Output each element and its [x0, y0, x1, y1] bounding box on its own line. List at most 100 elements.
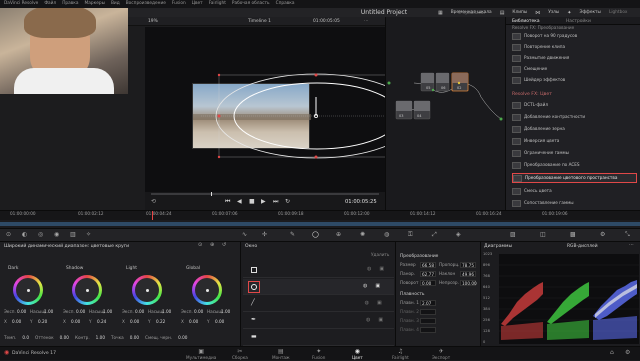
- rotate-input[interactable]: 0.00: [420, 280, 436, 286]
- window-row-gradient[interactable]: ▬: [243, 330, 394, 346]
- color-wheels-icon[interactable]: ◎: [38, 231, 43, 239]
- soft1-input[interactable]: 2.07: [420, 300, 436, 306]
- node-graph[interactable]: 05 06 02 03 04: [386, 17, 506, 210]
- wheel-shadow-puck[interactable]: [85, 288, 89, 292]
- window-row-polygon[interactable]: ╱ ◍ ▣: [243, 296, 394, 312]
- wheels-add-icon[interactable]: ⊕: [210, 242, 214, 249]
- mask-icon[interactable]: ▣: [378, 317, 383, 324]
- menu-workspace[interactable]: Рабочая область: [232, 1, 270, 7]
- curves-icon[interactable]: ∿: [242, 231, 247, 239]
- rgb-mixer-icon[interactable]: ▥: [70, 231, 76, 239]
- global-x-value[interactable]: 0.00: [189, 319, 198, 325]
- timeline-button[interactable]: Временная шкала: [451, 10, 492, 16]
- effect-item-dctl[interactable]: DCTL-файл: [512, 100, 637, 110]
- mask-icon[interactable]: ▣: [377, 300, 382, 307]
- light-x-value[interactable]: 0.00: [130, 319, 139, 325]
- scope-options-icon[interactable]: ⋯: [629, 242, 634, 249]
- settings-tab[interactable]: Настройки: [566, 19, 591, 24]
- shadow-saturation-value[interactable]: 1.00: [103, 309, 112, 315]
- hdr-wheels-icon[interactable]: ◉: [54, 231, 59, 239]
- shadow-exposure-value[interactable]: 0.00: [76, 309, 85, 315]
- menu-playback[interactable]: Воспроизведение: [126, 1, 166, 7]
- 3d-icon[interactable]: ◈: [456, 231, 461, 239]
- effects-button[interactable]: Эффекты: [579, 10, 600, 16]
- play-reverse-icon[interactable]: ◀: [237, 198, 242, 206]
- library-section-color[interactable]: Resolve FX: Цвет: [512, 92, 552, 97]
- color-warper-icon[interactable]: ✢: [262, 231, 267, 239]
- square-window-icon[interactable]: [251, 266, 257, 273]
- aspect-input[interactable]: 78.75: [460, 262, 476, 268]
- pan-input[interactable]: 62.77: [420, 271, 436, 277]
- window-row-linear[interactable]: ◍ ▣: [243, 262, 394, 278]
- camera-raw-icon[interactable]: ⊙: [6, 231, 11, 239]
- effect-item-offset[interactable]: Смещение: [512, 64, 637, 74]
- effects-icon[interactable]: ✦: [567, 10, 571, 17]
- effect-item-color-blend[interactable]: Смесь цвета: [512, 186, 637, 196]
- viewer-zoom[interactable]: 19%: [148, 19, 158, 24]
- menu-app[interactable]: DaVinci Resolve: [4, 1, 38, 7]
- viewer-options-icon[interactable]: ⋯: [364, 19, 368, 24]
- temp-value[interactable]: 0.0: [22, 335, 29, 344]
- effect-item-gamut-limit[interactable]: Ограничение гаммы: [512, 148, 637, 158]
- tracker-icon[interactable]: ⊕: [336, 231, 341, 239]
- settings-icon[interactable]: ⚙: [625, 349, 630, 357]
- shadow-x-value[interactable]: 0.00: [71, 319, 80, 325]
- timeline-ruler[interactable]: 01:00:00:00 01:00:02:12 01:00:04:24 01:0…: [0, 210, 640, 229]
- window-row-circle[interactable]: ◍ ▣: [243, 279, 394, 295]
- tilt-input[interactable]: 49.96: [460, 271, 476, 277]
- light-exposure-value[interactable]: 0.00: [135, 309, 144, 315]
- play-icon[interactable]: ▶: [261, 198, 266, 206]
- global-y-value[interactable]: 0.00: [215, 319, 224, 325]
- motion-effects-icon[interactable]: ✧: [86, 231, 91, 239]
- library-tab[interactable]: Библиотека: [512, 19, 540, 24]
- effect-item-motion-blur[interactable]: Размытие движения: [512, 53, 637, 63]
- opacity-input[interactable]: 100.00: [460, 280, 477, 286]
- menu-file[interactable]: Файл: [44, 1, 56, 7]
- effect-item-repeat[interactable]: Повторение клипа: [512, 42, 637, 52]
- power-window-overlay[interactable]: [145, 27, 385, 192]
- gradient-window-icon[interactable]: ▬: [251, 333, 257, 341]
- skip-back-icon[interactable]: ⏮: [225, 198, 230, 206]
- effect-item-aces[interactable]: Преобразование по ACES: [512, 160, 637, 170]
- page-edit[interactable]: ▤ Монтаж: [272, 348, 290, 361]
- page-fairlight[interactable]: ♫ Fairlight: [392, 348, 409, 361]
- effect-item-contrast[interactable]: Добавление контрастности: [512, 112, 637, 122]
- scope-mode-select[interactable]: RGB-дисплей: [567, 244, 598, 249]
- invert-icon[interactable]: ◍: [365, 300, 369, 307]
- soft3-input[interactable]: [420, 318, 436, 324]
- color-match-icon[interactable]: ◐: [22, 231, 27, 239]
- stop-icon[interactable]: ■: [249, 198, 255, 206]
- effect-item-gamut-map[interactable]: Сопоставление гаммы: [512, 198, 637, 208]
- qualifier-icon[interactable]: ✎: [290, 231, 295, 239]
- wheel-dark-puck[interactable]: [26, 288, 30, 292]
- effect-item-color-space-transform[interactable]: Преобразование цветового пространства: [512, 173, 637, 183]
- page-deliver[interactable]: ✈ Экспорт: [432, 348, 450, 361]
- invert-icon[interactable]: ◍: [367, 266, 371, 273]
- circle-window-button[interactable]: [248, 280, 260, 293]
- scope-waveform-icon[interactable]: ▨: [510, 231, 516, 239]
- dark-exposure-value[interactable]: 0.00: [17, 309, 26, 315]
- menu-view[interactable]: Вид: [111, 1, 120, 7]
- wheels-reset-icon[interactable]: ↺: [222, 242, 226, 249]
- timeline-track[interactable]: [0, 220, 640, 228]
- loop-icon[interactable]: ⟲: [151, 198, 156, 206]
- polygon-window-icon[interactable]: ╱: [251, 299, 255, 307]
- magic-mask-icon[interactable]: ✺: [360, 231, 365, 239]
- nodes-button[interactable]: Узлы: [548, 10, 559, 16]
- mask-icon[interactable]: ▣: [379, 266, 384, 273]
- clips-button[interactable]: Клипы: [512, 10, 527, 16]
- scope-vectorscope-icon[interactable]: ◫: [540, 231, 546, 239]
- menu-color[interactable]: Цвет: [192, 1, 203, 7]
- invert-icon[interactable]: ◍: [363, 283, 367, 290]
- node-editor[interactable]: 05 06 02 03 04: [385, 17, 505, 210]
- global-saturation-value[interactable]: 1.00: [221, 309, 230, 315]
- window-icon[interactable]: ◯: [312, 231, 319, 239]
- size-input[interactable]: 66.58: [420, 262, 436, 268]
- window-delete-button[interactable]: Удалить: [371, 252, 389, 258]
- nodes-icon[interactable]: ⋈: [535, 10, 540, 17]
- window-row-curve[interactable]: ✒ ◍ ▣: [243, 313, 394, 329]
- contrast-value[interactable]: 1.00: [96, 335, 105, 344]
- global-exposure-value[interactable]: 0.00: [194, 309, 203, 315]
- page-media[interactable]: ▣ Мультимедиа: [186, 348, 216, 361]
- shadow-y-value[interactable]: 0.24: [97, 319, 106, 325]
